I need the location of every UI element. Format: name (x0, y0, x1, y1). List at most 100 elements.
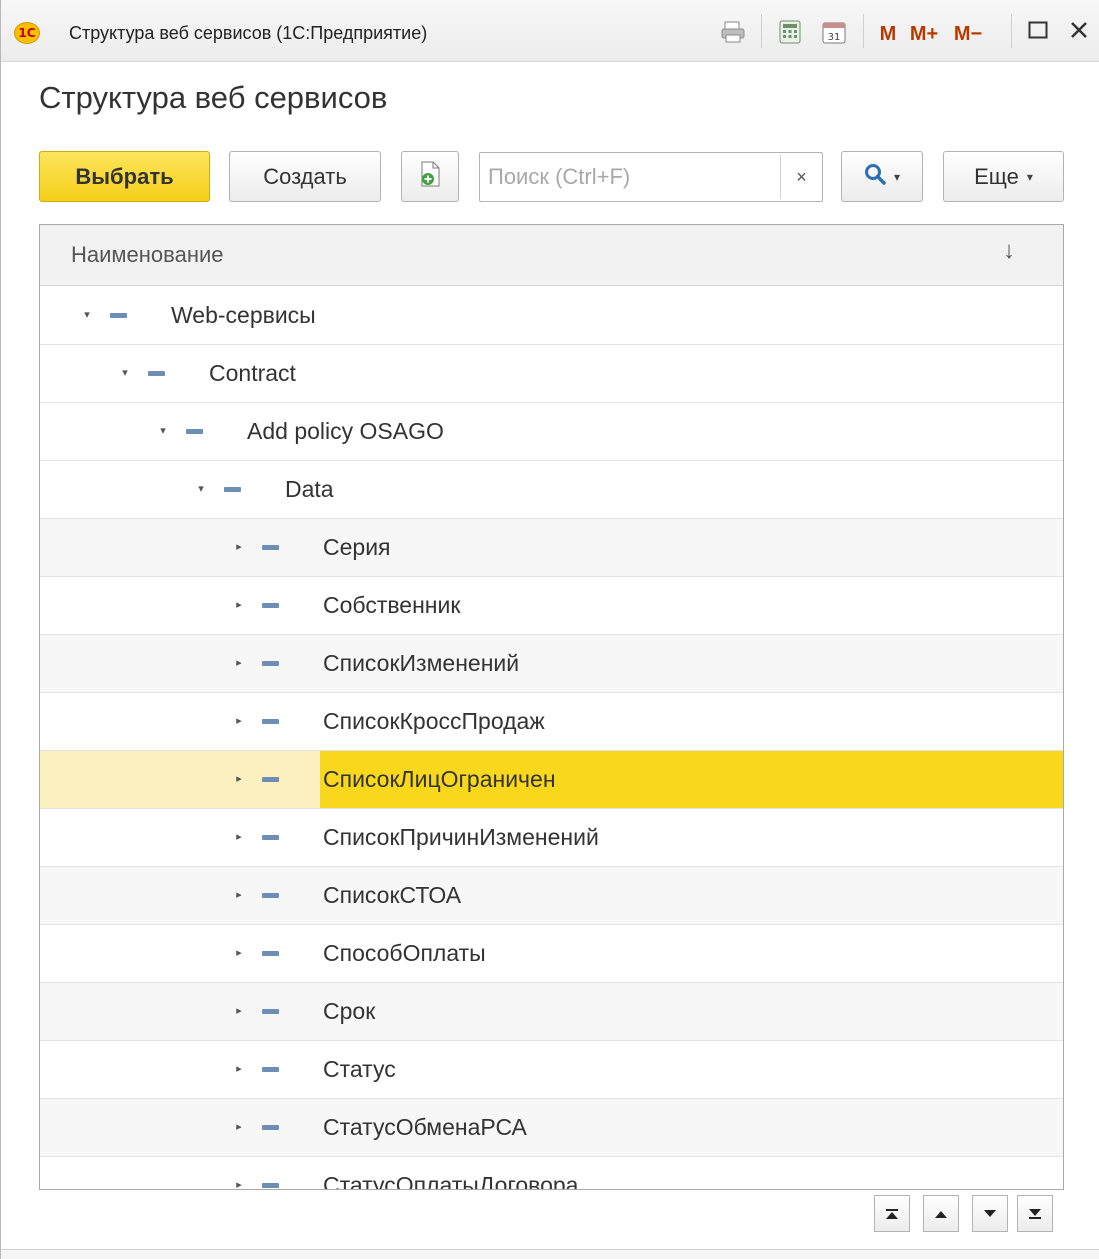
tree-row-label: Data (285, 476, 334, 502)
more-button[interactable]: Еще ▾ (943, 151, 1064, 202)
calculator-icon[interactable] (773, 16, 807, 48)
tree-row[interactable]: ▾ Data (40, 461, 1063, 519)
expand-arrow-icon[interactable]: ▸ (232, 771, 246, 785)
expand-arrow-icon[interactable]: ▸ (232, 1003, 246, 1017)
tree-row-label: СписокКроссПродаж (323, 708, 545, 734)
close-icon[interactable] (1063, 14, 1095, 46)
expand-arrow-icon[interactable]: ▸ (232, 655, 246, 669)
up-icon (935, 1210, 947, 1218)
tree-node-icon (262, 1067, 279, 1072)
expand-arrow-icon[interactable]: ▸ (232, 887, 246, 901)
collapse-arrow-icon[interactable]: ▾ (118, 365, 132, 379)
table-header: Наименование ↓ (40, 225, 1063, 286)
tree-row[interactable]: ▾ Contract (40, 345, 1063, 403)
expand-arrow-icon[interactable]: ▸ (232, 945, 246, 959)
page-title: Структура веб сервисов (39, 80, 388, 115)
tree-node-icon (262, 603, 279, 608)
down-icon (984, 1209, 996, 1217)
tree-row-label: СписокПричинИзменений (323, 824, 599, 850)
expand-arrow-icon[interactable]: ▸ (232, 1119, 246, 1133)
clear-search-button[interactable]: × (780, 155, 822, 199)
separator (1011, 14, 1012, 48)
tree-row-label: СписокСТОА (323, 882, 462, 908)
expand-arrow-icon[interactable]: ▸ (232, 597, 246, 611)
tree-row[interactable]: ▸ СписокСТОА (40, 867, 1063, 925)
last-icon (1029, 1208, 1041, 1219)
tree-row[interactable]: ▸ СтатусОбменаРСА (40, 1099, 1063, 1157)
tree-node-icon (262, 661, 279, 666)
first-icon (886, 1208, 898, 1219)
tree-node-icon (262, 893, 279, 898)
tree-row[interactable]: ▸ Срок (40, 983, 1063, 1041)
select-button[interactable]: Выбрать (39, 151, 210, 202)
tree-rows: ▾ Web-сервисы ▾ Contract ▾ Add policy OSAGO ▾ D… (40, 287, 1063, 1190)
tree-row[interactable]: ▸ Статус (40, 1041, 1063, 1099)
chevron-down-icon: ▾ (893, 169, 901, 184)
print-icon[interactable] (716, 16, 750, 48)
tree-table[interactable]: Наименование ↓ ▾ Web-сервисы ▾ Contract ▾ Add… (39, 224, 1064, 1190)
expand-arrow-icon[interactable]: ▸ (232, 1061, 246, 1075)
tree-row[interactable]: ▾ Web-сервисы (40, 287, 1063, 345)
tree-row[interactable]: ▸ Собственник (40, 577, 1063, 635)
expand-arrow-icon[interactable]: ▸ (232, 1177, 246, 1190)
tree-row-label: СписокИзменений (323, 650, 520, 676)
window: 1С Структура веб сервисов (1С:Предприяти… (0, 0, 1099, 1259)
app-logo-icon: 1С (14, 22, 40, 44)
maximize-icon[interactable] (1021, 14, 1055, 46)
expand-arrow-icon[interactable]: ▸ (232, 539, 246, 553)
tree-row-label: СтатусОплатыДоговора (323, 1172, 579, 1190)
tree-node-icon (262, 545, 279, 550)
tree-node-icon (262, 777, 279, 782)
expand-arrow-icon[interactable]: ▸ (232, 829, 246, 843)
memory-button-m-minus[interactable]: M− (948, 18, 988, 50)
more-button-label: Еще (974, 163, 1019, 189)
tree-row-label: Add policy OSAGO (247, 418, 444, 444)
tree-row[interactable]: ▸ СписокПричинИзменений (40, 809, 1063, 867)
sort-arrow-icon[interactable]: ↓ (1003, 237, 1015, 265)
go-to-last-button[interactable] (1017, 1195, 1053, 1232)
calendar-icon[interactable]: 31 (817, 16, 851, 48)
tree-node-icon (110, 313, 127, 318)
copy-document-icon (419, 161, 441, 193)
tree-row-label: Собственник (323, 592, 461, 618)
separator (863, 14, 864, 48)
window-bottom-edge (1, 1249, 1099, 1259)
memory-button-m-plus[interactable]: M+ (904, 18, 944, 50)
create-button[interactable]: Создать (229, 151, 381, 202)
go-up-button[interactable] (923, 1195, 959, 1232)
copy-button[interactable] (401, 151, 459, 202)
tree-row-label: СтатусОбменаРСА (323, 1114, 527, 1140)
collapse-arrow-icon[interactable]: ▾ (194, 481, 208, 495)
expand-arrow-icon[interactable]: ▸ (232, 713, 246, 727)
tree-node-icon (186, 429, 203, 434)
svg-text:31: 31 (828, 32, 841, 43)
collapse-arrow-icon[interactable]: ▾ (80, 307, 94, 321)
tree-row-selected[interactable]: ▸ СписокЛицОграничен (40, 751, 1063, 809)
go-down-button[interactable] (972, 1195, 1008, 1232)
tree-node-icon (262, 951, 279, 956)
search-box: × (479, 152, 823, 202)
collapse-arrow-icon[interactable]: ▾ (156, 423, 170, 437)
tree-row[interactable]: ▸ СтатусОплатыДоговора (40, 1157, 1063, 1190)
tree-row[interactable]: ▸ СписокКроссПродаж (40, 693, 1063, 751)
tree-row-label: Серия (323, 534, 391, 560)
chevron-down-icon: ▾ (1026, 169, 1033, 184)
tree-node-icon (148, 371, 165, 376)
search-icon (864, 163, 886, 191)
separator (761, 14, 762, 48)
search-button[interactable]: ▾ (841, 151, 923, 202)
tree-node-icon (262, 1125, 279, 1130)
tree-row-label: СписокЛицОграничен (320, 751, 1063, 808)
column-header-name[interactable]: Наименование (71, 242, 224, 268)
tree-node-icon (262, 835, 279, 840)
window-title: Структура веб сервисов (1С:Предприятие) (69, 23, 428, 43)
memory-button-m[interactable]: M (875, 18, 901, 50)
go-to-first-button[interactable] (874, 1195, 910, 1232)
tree-row-label: Срок (323, 998, 376, 1024)
tree-node-icon (224, 487, 241, 492)
tree-row[interactable]: ▸ Серия (40, 519, 1063, 577)
tree-row[interactable]: ▸ СписокИзменений (40, 635, 1063, 693)
tree-row[interactable]: ▾ Add policy OSAGO (40, 403, 1063, 461)
search-input[interactable] (482, 155, 778, 199)
tree-row[interactable]: ▸ СпособОплаты (40, 925, 1063, 983)
